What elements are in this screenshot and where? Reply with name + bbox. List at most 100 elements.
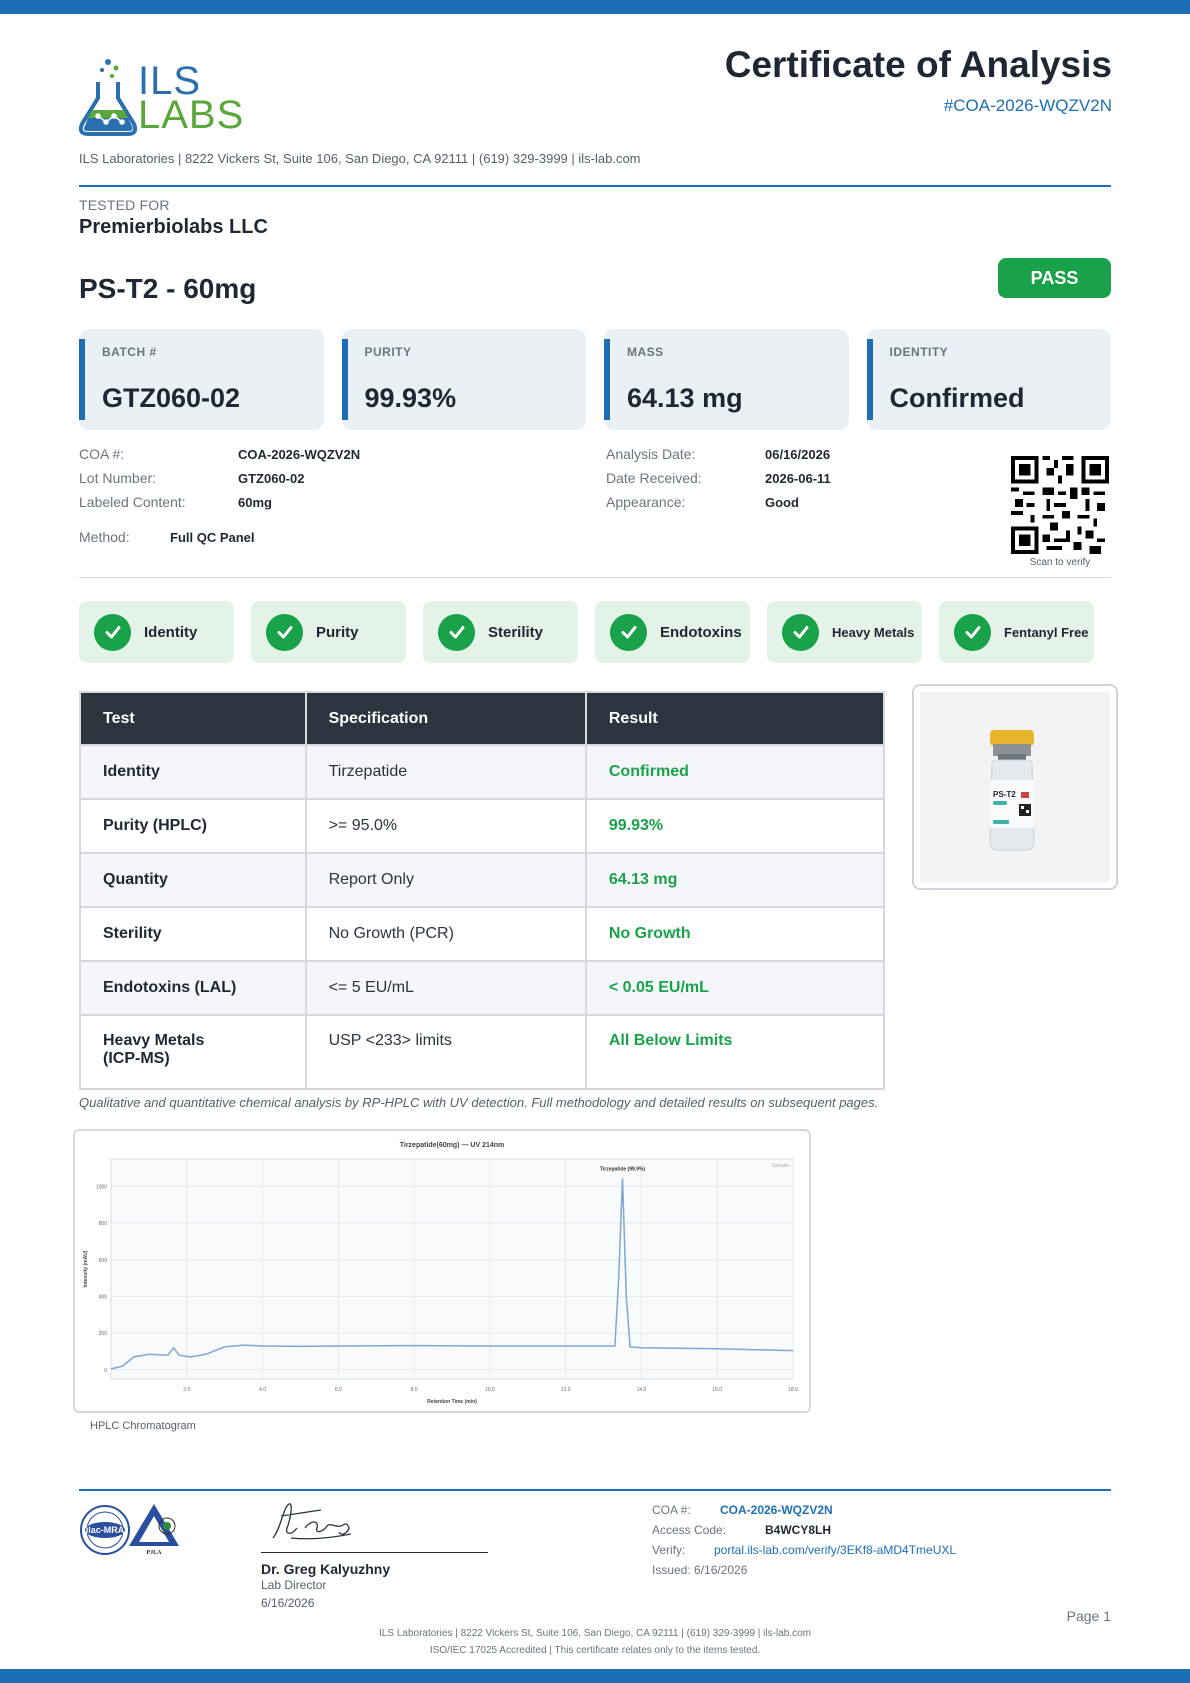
footer-address: ILS Laboratories | 8222 Vickers St, Suit… xyxy=(379,1628,811,1639)
x-tick-label: 14.0 xyxy=(637,1387,647,1393)
info-value: Good xyxy=(765,494,799,510)
tested-for-label: TESTED FOR xyxy=(79,197,170,213)
footer-accreditation: ISO/IEC 17025 Accredited | This certific… xyxy=(429,1645,761,1656)
vial-label-text: PS-T2 xyxy=(993,790,1016,799)
test-cell: Identity xyxy=(79,744,307,800)
result-cell: Confirmed xyxy=(584,744,886,800)
hplc-chromatogram: 2.0 4.0 6.0 8.0 10.0 12.0 14.0 16.0 18.0 0 200 400 6… xyxy=(73,1129,811,1413)
chart-caption: HPLC Chromatogram xyxy=(90,1420,196,1432)
checkmark-icon xyxy=(94,613,131,651)
spec-cell: USP <233> limits xyxy=(304,1014,587,1090)
checkmark-icon xyxy=(266,613,303,651)
card-value: 64.13 mg xyxy=(627,383,743,413)
lab-address: ILS Laboratories | 8222 Vickers St, Suit… xyxy=(79,151,641,166)
table-row: Quantity Report Only 64.13 mg xyxy=(79,852,886,908)
footer-divider xyxy=(79,1489,1111,1491)
signature-image xyxy=(272,1503,352,1540)
mass-card: MASS 64.13 mg xyxy=(604,329,849,430)
info-value: COA-2026-WQZV2N xyxy=(238,446,361,462)
method-value: Full QC Panel xyxy=(170,529,255,545)
batch-card: BATCH # GTZ060-02 xyxy=(79,329,324,430)
peak-label: Tirzepatide (99.9%) xyxy=(600,1166,646,1172)
check-badge-endotoxins: Endotoxins xyxy=(595,601,750,663)
test-cell: Heavy Metals (ICP-MS) xyxy=(79,1014,307,1090)
info-key: Labeled Content: xyxy=(79,494,186,510)
table-row: Identity Tirzepatide Confirmed xyxy=(79,744,886,800)
x-tick-label: 18.0 xyxy=(788,1387,798,1393)
product-photo: PS-T2 xyxy=(912,684,1118,890)
legend-entry: Sample xyxy=(772,1163,789,1169)
checkmark-icon xyxy=(782,613,819,651)
spec-cell: <= 5 EU/mL xyxy=(304,960,587,1016)
verify-link[interactable]: portal.ils-lab.com/verify/3EKf8-aMD4TmeU… xyxy=(714,1543,956,1557)
vial-image: PS-T2 xyxy=(989,730,1035,851)
signer-role: Lab Director xyxy=(261,1578,327,1592)
info-left: COA #: COA-2026-WQZV2N Lot Number: GTZ060-… xyxy=(79,442,360,549)
checkmark-icon xyxy=(954,613,991,651)
check-label: Purity xyxy=(316,623,359,641)
page-number: Page 1 xyxy=(1066,1608,1111,1624)
checkmark-icon xyxy=(438,613,475,651)
identity-card: IDENTITY Confirmed xyxy=(866,329,1111,430)
qc-check-badges: Identity Purity Sterility Endotoxins Hea… xyxy=(79,601,1094,663)
card-label: PURITY xyxy=(364,345,412,359)
test-cell: Endotoxins (LAL) xyxy=(79,960,307,1016)
card-label: MASS xyxy=(627,345,664,359)
result-cell: 99.93% xyxy=(584,798,886,854)
pass-status-badge[interactable]: PASS xyxy=(998,258,1111,298)
x-tick-label: 12.0 xyxy=(561,1387,571,1393)
x-tick-label: 10.0 xyxy=(485,1387,495,1393)
y-tick-label: 400 xyxy=(99,1295,108,1301)
verification-qr-code[interactable] xyxy=(1011,456,1109,554)
y-tick-label: 0 xyxy=(104,1368,107,1374)
coa-id-header: #COA-2026-WQZV2N xyxy=(943,96,1112,115)
verification-block: COA #: COA-2026-WQZV2N Access Code: B4WCY8… xyxy=(652,1500,956,1580)
result-cell: < 0.05 EU/mL xyxy=(584,960,886,1016)
tested-for-client: Premierbiolabs LLC xyxy=(79,216,268,238)
ils-labs-logo: ILS LABS xyxy=(78,56,253,141)
spec-cell: >= 95.0% xyxy=(304,798,587,854)
table-row: Sterility No Growth (PCR) No Growth xyxy=(79,906,886,962)
issued-date: Issued: 6/16/2026 xyxy=(652,1563,748,1577)
info-value: GTZ060-02 xyxy=(238,470,305,486)
info-value: 60mg xyxy=(238,494,272,510)
header-divider xyxy=(79,185,1111,187)
info-key: COA #: xyxy=(79,446,125,462)
info-value: 2026-06-11 xyxy=(765,470,831,486)
logo-labs-text: LABS xyxy=(138,93,245,137)
qr-scan-label: Scan to verify xyxy=(1029,557,1091,568)
test-cell: Quantity xyxy=(79,852,307,908)
x-tick-label: 8.0 xyxy=(411,1387,418,1393)
chromatogram-svg: 2.0 4.0 6.0 8.0 10.0 12.0 14.0 16.0 18.0 0 200 400 6… xyxy=(83,1142,798,1405)
table-row: Purity (HPLC) >= 95.0% 99.93% xyxy=(79,798,886,854)
check-badge-sterility: Sterility xyxy=(423,601,578,663)
x-tick-label: 6.0 xyxy=(335,1387,342,1393)
methodology-note: Qualitative and quantitative chemical an… xyxy=(79,1095,879,1110)
x-tick-label: 2.0 xyxy=(183,1387,190,1393)
check-badge-fentanyl-free: Fentanyl Free xyxy=(939,601,1094,663)
result-cell: All Below Limits xyxy=(584,1014,886,1090)
flask-logo-icon xyxy=(78,59,138,136)
test-cell: Sterility xyxy=(79,906,307,962)
check-label: Identity xyxy=(144,623,198,641)
accreditation-seals: ilac-MRA PJLA xyxy=(80,1504,179,1556)
pjla-seal-text: PJLA xyxy=(147,1550,163,1556)
bottom-accent-bar xyxy=(0,1669,1190,1683)
check-badge-identity: Identity xyxy=(79,601,234,663)
card-value: Confirmed xyxy=(889,383,1025,413)
result-cell: 64.13 mg xyxy=(584,852,886,908)
y-tick-label: 800 xyxy=(99,1221,108,1227)
test-cell: Purity (HPLC) xyxy=(79,798,307,854)
access-code: B4WCY8LH xyxy=(765,1523,832,1537)
document-title: Certificate of Analysis xyxy=(724,44,1112,85)
y-axis-label: Intensity (mAU) xyxy=(83,1250,89,1287)
check-badge-purity: Purity xyxy=(251,601,406,663)
table-header-row: Test Specification Result xyxy=(79,691,886,746)
table-row: Endotoxins (LAL) <= 5 EU/mL < 0.05 EU/mL xyxy=(79,960,886,1016)
check-badge-heavy-metals: Heavy Metals xyxy=(767,601,922,663)
results-table: Test Specification Result Identity Tirze… xyxy=(79,691,886,1090)
y-tick-label: 600 xyxy=(99,1258,108,1264)
result-cell: No Growth xyxy=(584,906,886,962)
info-key: Appearance: xyxy=(606,494,686,510)
verify-key: Verify: xyxy=(652,1543,686,1557)
